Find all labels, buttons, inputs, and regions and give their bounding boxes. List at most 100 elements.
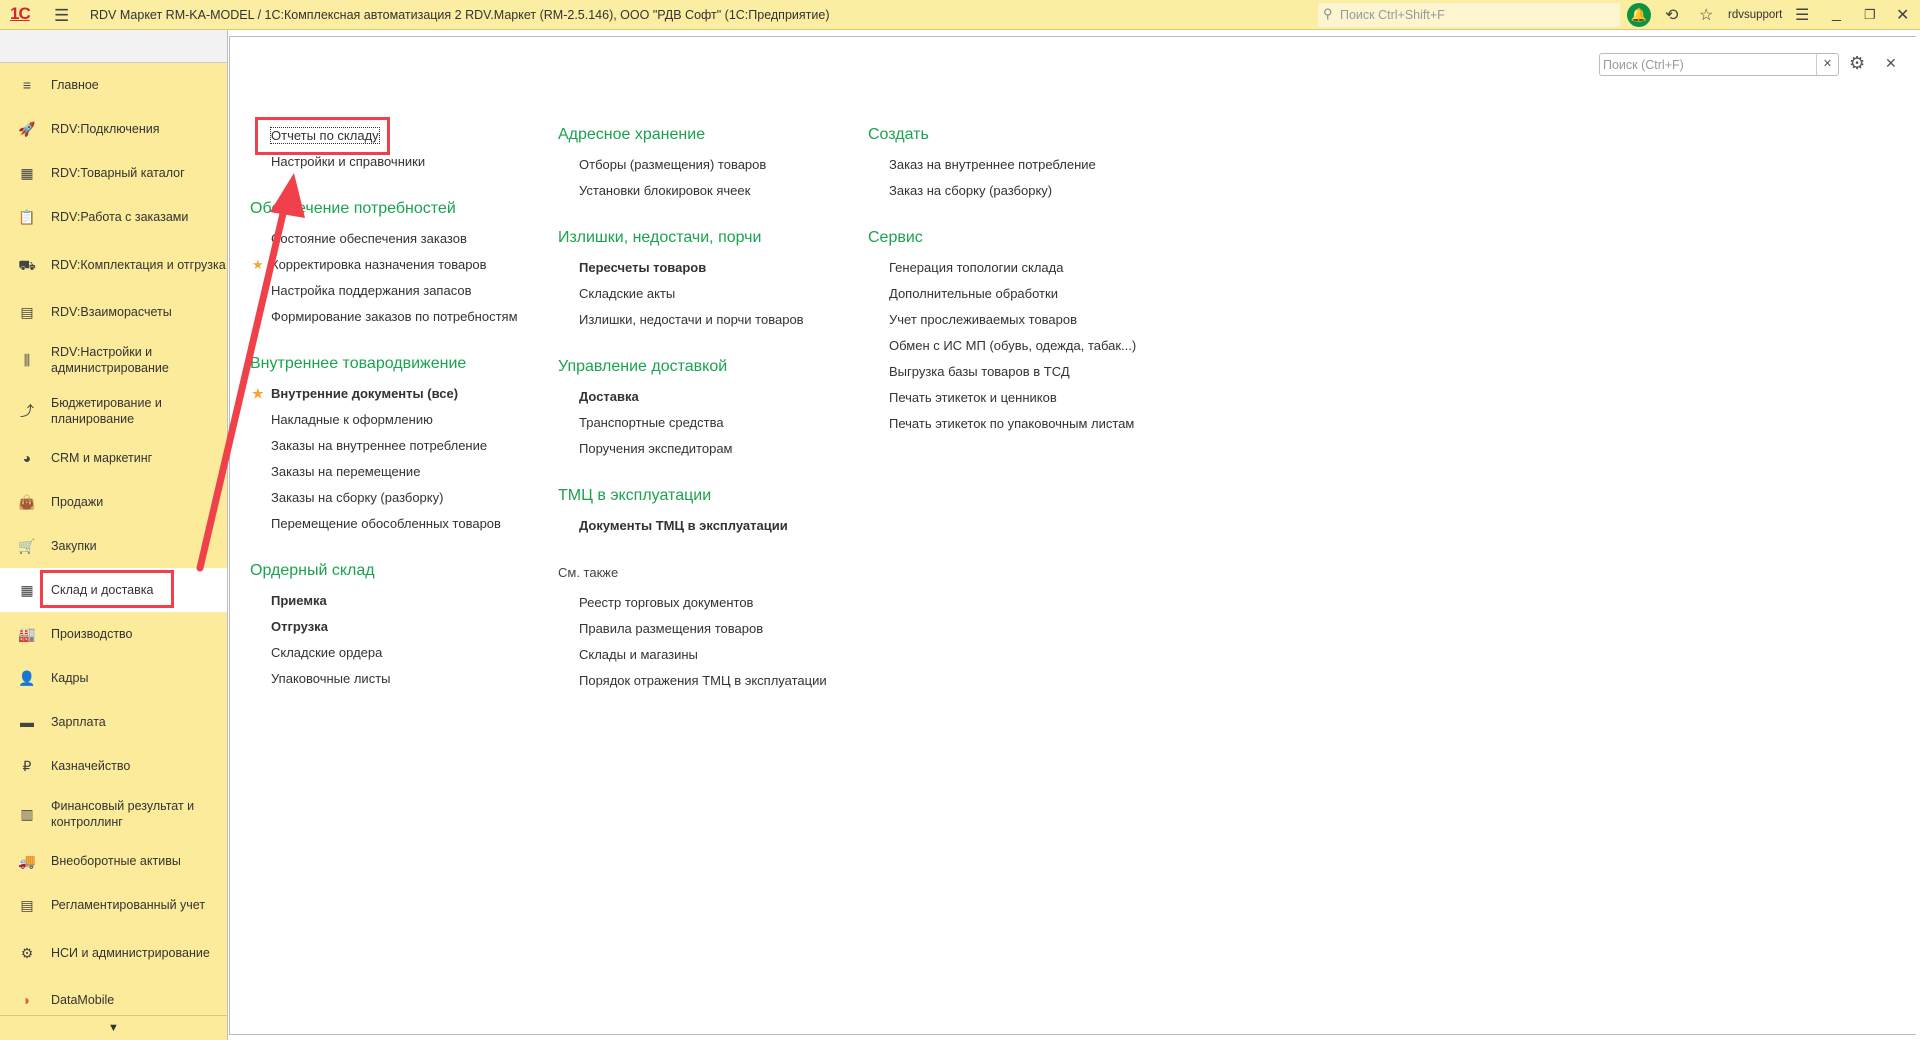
nav-link-label: Дополнительные обработки xyxy=(889,286,1058,301)
nav-link-label: Состояние обеспечения заказов xyxy=(271,231,467,246)
budget-chart-icon: ⤴ xyxy=(20,402,34,419)
nav-link-label: Правила размещения товаров xyxy=(579,621,764,636)
nav-link[interactable]: Состояние обеспечения заказов xyxy=(250,226,570,252)
panel-close-icon[interactable]: ✕ xyxy=(1885,55,1897,72)
nav-link[interactable]: Настройка поддержания запасов xyxy=(250,278,570,304)
global-search-input[interactable]: ⚲ Поиск Ctrl+Shift+F xyxy=(1318,3,1620,27)
sidebar-item-catalog[interactable]: ▦ RDV:Товарный каталог xyxy=(0,151,227,195)
nav-link[interactable]: Заказ на сборку (разборку) xyxy=(868,178,1188,204)
favorites-star-icon[interactable]: ☆ xyxy=(1699,5,1713,25)
sidebar-item-bag[interactable]: 👜 Продажи xyxy=(0,480,227,524)
sidebar-item-sliders[interactable]: ⫼ RDV:Настройки и администрирование xyxy=(0,334,227,385)
nav-link[interactable]: Печать этикеток по упаковочным листам xyxy=(868,411,1188,437)
nav-link[interactable]: Заказы на сборку (разборку) xyxy=(250,485,570,511)
nav-link[interactable]: Поручения экспедиторам xyxy=(558,436,878,462)
sidebar-scroll-down-icon[interactable]: ▼ xyxy=(0,1015,227,1040)
sidebar-item-bar-chart[interactable]: ▥ Финансовый результат и контроллинг xyxy=(0,788,227,839)
nav-link[interactable]: Обмен с ИС МП (обувь, одежда, табак...) xyxy=(868,333,1188,359)
nav-link[interactable]: Транспортные средства xyxy=(558,410,878,436)
group-heading: См. также xyxy=(558,565,619,580)
nav-link[interactable]: Доставка xyxy=(558,384,878,410)
sidebar-item-rocket[interactable]: 🚀 RDV:Подключения xyxy=(0,107,227,151)
nav-link[interactable]: Отгрузка xyxy=(250,614,570,640)
nav-link[interactable]: Складские ордера xyxy=(250,640,570,666)
group-heading: Ордерный склад xyxy=(250,562,375,579)
nav-link[interactable]: ★ Внутренние документы (все) xyxy=(250,381,570,407)
sidebar-item-card[interactable]: ▬ Зарплата xyxy=(0,700,227,744)
nav-link[interactable]: Складские акты xyxy=(558,281,878,307)
nav-link[interactable]: Склады и магазины xyxy=(558,642,878,668)
sidebar-item-orders[interactable]: 📋 RDV:Работа с заказами xyxy=(0,195,227,239)
nav-link[interactable]: Отборы (размещения) товаров xyxy=(558,152,878,178)
search-icon: ⚲ xyxy=(1323,6,1333,21)
sidebar-item-label: Главное xyxy=(51,78,99,92)
sidebar-item-pie-chart[interactable]: ◕ CRM и маркетинг xyxy=(0,436,227,480)
panel-settings-gear-icon[interactable]: ⚙ xyxy=(1849,53,1865,74)
nav-link[interactable]: ★ Корректировка назначения товаров xyxy=(250,252,570,278)
clear-search-icon[interactable]: ✕ xyxy=(1816,54,1838,75)
nav-link[interactable]: Порядок отражения ТМЦ в эксплуатации xyxy=(558,668,878,694)
sidebar-item-cart[interactable]: 🛒 Закупки xyxy=(0,524,227,568)
nav-link[interactable]: Документы ТМЦ в эксплуатации xyxy=(558,513,878,539)
sidebar-item-budget-chart[interactable]: ⤴ Бюджетирование и планирование xyxy=(0,385,227,436)
sidebar-item-person[interactable]: 👤 Кадры xyxy=(0,656,227,700)
favorite-star-icon[interactable]: ★ xyxy=(252,381,264,407)
sidebar-item-cart-box[interactable]: ⛟ RDV:Комплектация и отгрузка xyxy=(0,239,227,290)
user-name[interactable]: rdvsupport xyxy=(1728,9,1782,21)
nav-link[interactable]: Установки блокировок ячеек xyxy=(558,178,878,204)
nav-link[interactable]: Учет прослеживаемых товаров xyxy=(868,307,1188,333)
nav-link[interactable]: Реестр торговых документов xyxy=(558,590,878,616)
nav-link-label: Установки блокировок ячеек xyxy=(579,183,751,198)
nav-link[interactable]: Генерация топологии склада xyxy=(868,255,1188,281)
nav-link-label: Поручения экспедиторам xyxy=(579,441,733,456)
sidebar-item-menu[interactable]: ≡ Главное xyxy=(0,63,227,107)
sidebar-item-calculator[interactable]: ▤ RDV:Взаиморасчеты xyxy=(0,290,227,334)
favorite-star-icon[interactable]: ★ xyxy=(252,252,264,278)
nav-link-label: Внутренние документы (все) xyxy=(271,386,459,401)
person-icon: 👤 xyxy=(18,670,36,686)
nav-link-label: Формирование заказов по потребностям xyxy=(271,309,518,324)
nav-link[interactable]: Накладные к оформлению xyxy=(250,407,570,433)
nav-link[interactable]: Упаковочные листы xyxy=(250,666,570,692)
nav-link[interactable]: Приемка xyxy=(250,588,570,614)
nav-link[interactable]: Заказы на внутреннее потребление xyxy=(250,433,570,459)
sidebar-item-gear[interactable]: ⚙ НСИ и администрирование xyxy=(0,927,227,978)
nav-link[interactable]: Правила размещения товаров xyxy=(558,616,878,642)
nav-link-label: Приемка xyxy=(271,593,327,608)
nav-link[interactable]: Заказы на перемещение xyxy=(250,459,570,485)
nav-link[interactable]: Формирование заказов по потребностям xyxy=(250,304,570,330)
1c-logo[interactable]: 1С xyxy=(10,4,31,24)
notifications-bell-icon[interactable]: 🔔 xyxy=(1627,3,1651,27)
sidebar-header xyxy=(0,30,227,63)
sidebar-item-factory[interactable]: 🏭 Производство xyxy=(0,612,227,656)
group-heading: Обеспечение потребностей xyxy=(250,200,456,217)
warehouse-icon: ▦ xyxy=(20,582,34,598)
sidebar-item-label: Финансовый результат и контроллинг xyxy=(51,798,195,829)
sidebar-item-label: Казначейство xyxy=(51,759,131,773)
group-heading: Управление доставкой xyxy=(558,358,728,375)
nav-link-label: Доставка xyxy=(579,389,639,404)
minimize-icon[interactable]: _ xyxy=(1832,5,1841,23)
nav-link[interactable]: Излишки, недостачи и порчи товаров xyxy=(558,307,878,333)
nav-link-label: Упаковочные листы xyxy=(271,671,391,686)
settings-menu-icon[interactable]: ☰ xyxy=(1795,5,1809,25)
restore-icon[interactable]: ❐ xyxy=(1864,7,1876,23)
nav-link[interactable]: Заказ на внутреннее потребление xyxy=(868,152,1188,178)
link-group: Излишки, недостачи, порчи Пересчеты товар… xyxy=(558,221,878,333)
history-icon[interactable]: ⟲ xyxy=(1665,5,1678,25)
nav-link[interactable]: Печать этикеток и ценников xyxy=(868,385,1188,411)
nav-link[interactable]: Пересчеты товаров xyxy=(558,255,878,281)
sidebar-item-reg-calculator[interactable]: ▤ Регламентированный учет xyxy=(0,883,227,927)
sidebar-item-truck[interactable]: 🚚 Внеоборотные активы xyxy=(0,839,227,883)
sidebar-item-ruble[interactable]: ₽ Казначейство xyxy=(0,744,227,788)
hamburger-menu-icon[interactable]: ☰ xyxy=(54,6,69,26)
nav-link[interactable]: Дополнительные обработки xyxy=(868,281,1188,307)
panel-search-input[interactable]: Поиск (Ctrl+F) ✕ xyxy=(1599,53,1839,76)
nav-link[interactable]: Выгрузка базы товаров в ТСД xyxy=(868,359,1188,385)
nav-link[interactable]: Перемещение обособленных товаров xyxy=(250,511,570,537)
link-group: Ордерный склад Приемка Отгрузка Складские о… xyxy=(250,554,570,692)
nav-link-label: Настройка поддержания запасов xyxy=(271,283,472,298)
bag-icon: 👜 xyxy=(18,494,36,510)
sidebar-item-label: Производство xyxy=(51,627,133,641)
close-window-icon[interactable]: ✕ xyxy=(1896,5,1909,25)
